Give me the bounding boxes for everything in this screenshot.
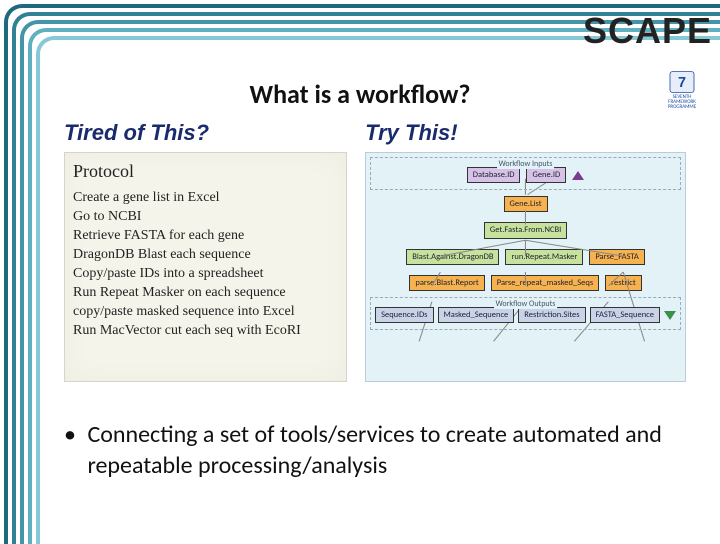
left-column: Tired of This? Protocol Create a gene li… (64, 120, 347, 382)
protocol-step: Create a gene list in Excel (73, 189, 338, 208)
node-sequence-ids: Sequence.IDs (375, 307, 433, 323)
left-heading: Tired of This? (64, 120, 347, 146)
workflow-outputs-label: Workflow Outputs (494, 299, 558, 309)
workflow-inputs-group: Workflow Inputs Database.ID Gene.ID (370, 157, 681, 190)
node-restriction-sites: Restriction.Sites (518, 307, 585, 323)
bullet-marker: • (64, 420, 82, 451)
node-database-id: Database.ID (467, 167, 521, 183)
right-column: Try This! Workflow Inputs Da (365, 120, 686, 382)
fp7-label: SEVENTH FRAMEWORK PROGRAMME (662, 95, 702, 110)
node-parse-repeat: Parse_repeat_masked_Seqs (491, 275, 599, 291)
brand-logo: SCAPE (583, 10, 712, 52)
protocol-step: DragonDB Blast each sequence (73, 246, 338, 265)
svg-text:7: 7 (678, 75, 686, 91)
slide-title: What is a workflow? (0, 78, 720, 110)
protocol-step: Go to NCBI (73, 208, 338, 227)
node-fasta-sequence: FASTA_Sequence (590, 307, 660, 323)
protocol-label: Protocol (73, 159, 338, 183)
workflow-diagram: Workflow Inputs Database.ID Gene.ID Gene… (365, 152, 686, 382)
node-masked-sequence: Masked_Sequence (438, 307, 515, 323)
node-parse-blast: parse.Blast.Report (409, 275, 484, 291)
node-gene-id: Gene.ID (526, 167, 566, 183)
node-gene-list: Gene.List (504, 196, 548, 212)
bullet-text: Connecting a set of tools/services to cr… (87, 420, 667, 481)
node-repeat-masker: run.Repeat.Masker (505, 249, 583, 265)
node-parse-fasta: Parse_FASTA (589, 249, 644, 265)
protocol-step: Run Repeat Masker on each sequence (73, 284, 338, 303)
workflow-outputs-group: Workflow Outputs Sequence.IDs Masked_Seq… (370, 297, 681, 330)
node-blast: Blast.Against.DragonDB (406, 249, 499, 265)
protocol-step: Copy/paste IDs into a spreadsheet (73, 265, 338, 284)
right-heading: Try This! (365, 120, 686, 146)
bullet-point: • Connecting a set of tools/services to … (64, 420, 674, 481)
protocol-step: Retrieve FASTA for each gene (73, 227, 338, 246)
triangle-up-icon (572, 171, 584, 180)
workflow-inputs-label: Workflow Inputs (497, 159, 555, 169)
node-restrict: restrict (605, 275, 642, 291)
protocol-note: Protocol Create a gene list in Excel Go … (64, 152, 347, 382)
protocol-step: Run MacVector cut each seq with EcoRI (73, 322, 338, 341)
node-get-fasta: Get.Fasta.From.NCBI (484, 222, 567, 238)
protocol-step: copy/paste masked sequence into Excel (73, 303, 338, 322)
fp7-logo: 7 SEVENTH FRAMEWORK PROGRAMME (662, 70, 702, 110)
triangle-down-icon (664, 311, 676, 320)
